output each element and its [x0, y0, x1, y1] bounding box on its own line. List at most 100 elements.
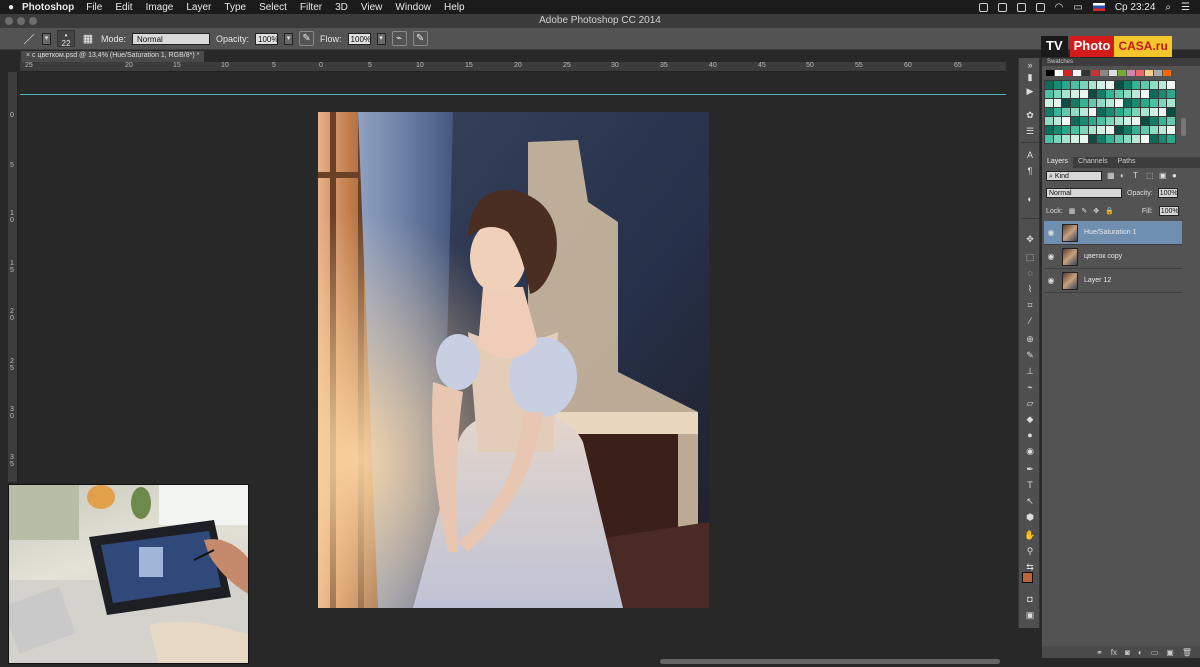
app-menu[interactable]: Photoshop: [22, 2, 74, 13]
tab-layers[interactable]: Layers: [1042, 157, 1074, 168]
color-swatch[interactable]: [1062, 99, 1071, 107]
flow-input[interactable]: 100%: [347, 32, 371, 45]
blur-tool-icon[interactable]: ●: [1019, 430, 1041, 440]
color-swatch[interactable]: [1141, 99, 1149, 107]
status-icon-1[interactable]: [978, 2, 988, 12]
notifications-icon[interactable]: ☰: [1181, 2, 1190, 13]
color-swatch[interactable]: [1053, 90, 1062, 98]
color-swatch[interactable]: [1088, 81, 1097, 89]
menu-edit[interactable]: Edit: [115, 2, 132, 13]
color-swatch[interactable]: [1114, 108, 1123, 116]
color-swatch[interactable]: [1132, 117, 1141, 125]
new-layer-icon[interactable]: ▣: [1166, 648, 1174, 657]
healing-tool-icon[interactable]: ⊕: [1019, 334, 1041, 345]
quick-mask-icon[interactable]: ◘: [1019, 594, 1041, 604]
visibility-eye-icon[interactable]: ◉: [1044, 276, 1058, 285]
kind-filter-select[interactable]: ⌕ Kind: [1046, 171, 1102, 181]
color-swatch[interactable]: [1149, 126, 1158, 134]
wifi-icon[interactable]: ◠: [1055, 2, 1064, 13]
flow-dropdown[interactable]: ▾: [376, 32, 386, 45]
character-icon[interactable]: A: [1019, 150, 1041, 160]
clock[interactable]: Ср 23:24: [1115, 2, 1156, 13]
history-brush-tool-icon[interactable]: ⌁: [1019, 382, 1041, 393]
layer-row[interactable]: ◉ Hue/Saturation 1: [1044, 221, 1182, 245]
search-icon[interactable]: ⌕: [1165, 2, 1171, 13]
color-swatch[interactable]: [1158, 126, 1167, 134]
color-swatch[interactable]: [1149, 90, 1158, 98]
lock-transparent-icon[interactable]: ▦: [1069, 207, 1076, 215]
opacity-input[interactable]: 100%: [255, 32, 279, 45]
color-swatch[interactable]: [1158, 90, 1167, 98]
color-swatch[interactable]: [1141, 90, 1149, 98]
opacity-dropdown[interactable]: ▾: [284, 32, 294, 45]
visibility-eye-icon[interactable]: ◉: [1044, 252, 1058, 261]
collapse-panels-icon[interactable]: »: [1019, 60, 1041, 70]
color-swatch[interactable]: [1045, 81, 1053, 89]
color-swatch[interactable]: [1097, 135, 1106, 143]
menu-image[interactable]: Image: [146, 2, 174, 13]
hand-tool-icon[interactable]: ✋: [1019, 530, 1041, 541]
color-swatch[interactable]: [1088, 135, 1097, 143]
new-group-icon[interactable]: ▭: [1151, 648, 1159, 657]
brush-tool-preset-icon[interactable]: ／: [22, 32, 36, 46]
dodge-tool-icon[interactable]: ◉: [1019, 446, 1041, 457]
adjustment-filter-icon[interactable]: ◐: [1120, 172, 1128, 180]
color-swatch[interactable]: [1053, 108, 1062, 116]
color-swatch[interactable]: [1114, 126, 1123, 134]
menu-type[interactable]: Type: [224, 2, 246, 13]
color-swatch[interactable]: [1114, 117, 1123, 125]
shape-filter-icon[interactable]: ⬚: [1146, 172, 1154, 180]
color-swatch[interactable]: [1045, 135, 1053, 143]
color-swatch[interactable]: [1106, 126, 1114, 134]
color-swatch[interactable]: [1071, 126, 1079, 134]
color-swatch[interactable]: [1045, 126, 1053, 134]
adjustments-icon[interactable]: ◐: [1019, 194, 1041, 204]
status-icon-4[interactable]: [1035, 2, 1045, 12]
color-swatch[interactable]: [1097, 99, 1106, 107]
color-swatch[interactable]: [1071, 135, 1079, 143]
swatches-scrollbar[interactable]: [1181, 118, 1186, 136]
swatches-panel-header[interactable]: Swatches: [1042, 58, 1200, 66]
battery-icon[interactable]: ▭: [1073, 2, 1082, 13]
color-swatch[interactable]: [1149, 108, 1158, 116]
color-swatch[interactable]: [1114, 81, 1123, 89]
color-swatch[interactable]: [1053, 135, 1062, 143]
filter-toggle-icon[interactable]: ●: [1172, 172, 1180, 180]
color-swatch[interactable]: [1158, 99, 1167, 107]
tab-paths[interactable]: Paths: [1113, 157, 1141, 168]
layer-row[interactable]: ◉ цветок copy: [1044, 245, 1182, 269]
color-swatch[interactable]: [1079, 90, 1088, 98]
status-icon-3[interactable]: [1016, 2, 1026, 12]
color-swatch[interactable]: [1106, 135, 1114, 143]
pixel-filter-icon[interactable]: ▦: [1107, 172, 1115, 180]
color-swatch[interactable]: [1149, 81, 1158, 89]
airbrush-icon[interactable]: ⌁: [391, 31, 407, 46]
color-swatch[interactable]: [1123, 90, 1132, 98]
color-swatch[interactable]: [1167, 81, 1175, 89]
menu-layer[interactable]: Layer: [186, 2, 211, 13]
color-swatch[interactable]: [1132, 108, 1141, 116]
color-swatch[interactable]: [1167, 135, 1175, 143]
color-swatch[interactable]: [1079, 81, 1088, 89]
color-swatch[interactable]: [1106, 90, 1114, 98]
zoom-tool-icon[interactable]: ⚲: [1019, 546, 1041, 557]
color-swatch[interactable]: [1106, 99, 1114, 107]
tab-channels[interactable]: Channels: [1073, 157, 1113, 168]
color-swatch[interactable]: [1053, 126, 1062, 134]
color-swatch[interactable]: [1123, 117, 1132, 125]
clone-stamp-tool-icon[interactable]: ⊥: [1019, 366, 1041, 377]
color-swatch[interactable]: [1141, 126, 1149, 134]
menu-select[interactable]: Select: [259, 2, 287, 13]
move-tool-icon[interactable]: ✥: [1019, 234, 1041, 245]
color-swatch[interactable]: [1088, 90, 1097, 98]
color-swatch[interactable]: [1123, 81, 1132, 89]
screen-mode-icon[interactable]: ▣: [1019, 610, 1041, 621]
color-swatch[interactable]: [1149, 99, 1158, 107]
color-swatch[interactable]: [1045, 99, 1053, 107]
menu-view[interactable]: View: [361, 2, 383, 13]
color-swatch[interactable]: [1132, 126, 1141, 134]
color-swatch[interactable]: [1097, 117, 1106, 125]
color-swatch[interactable]: [1132, 135, 1141, 143]
guide-line[interactable]: [20, 94, 1006, 95]
color-swatch[interactable]: [1097, 126, 1106, 134]
